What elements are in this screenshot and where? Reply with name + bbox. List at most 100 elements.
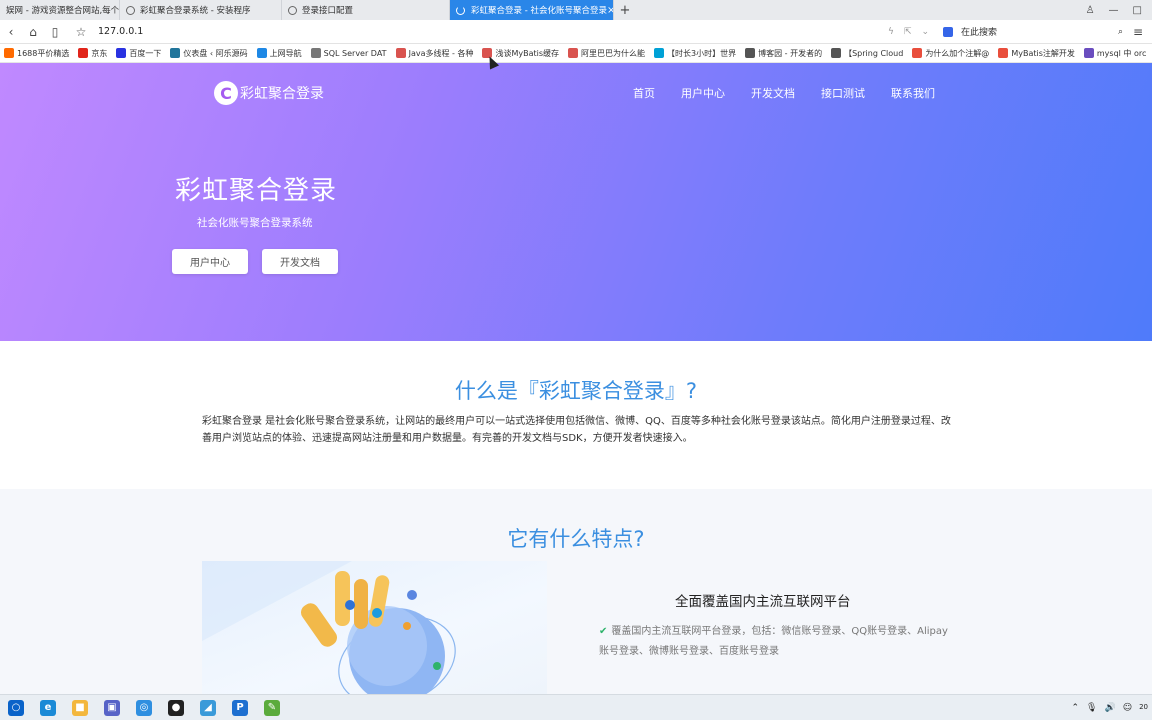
- minimize-icon[interactable]: —: [1109, 5, 1119, 16]
- bookmark-item[interactable]: 上网导航: [256, 48, 302, 59]
- browser-tab-active[interactable]: 彩虹聚合登录 - 社会化账号聚合登录 ×: [450, 0, 614, 20]
- feature-title: 全面覆盖国内主流互联网平台: [675, 594, 851, 610]
- bookmark-favicon-icon: [116, 48, 127, 58]
- shirt-icon[interactable]: ♙: [1086, 5, 1095, 16]
- bookmark-favicon-icon: [654, 48, 665, 58]
- maximize-icon[interactable]: □: [1133, 5, 1142, 16]
- feature-description: ✔ 覆盖国内主流互联网平台登录，包括：微信账号登录、QQ账号登录、Alipay账号…: [599, 622, 949, 662]
- hand-globe-illustration: [202, 561, 456, 694]
- bookmark-label: 为什么加个注解@: [925, 48, 990, 58]
- taskbar-app[interactable]: ■: [64, 695, 96, 721]
- bookmark-label: 上网导航: [269, 48, 302, 58]
- bookmark-label: 百度一下: [129, 48, 162, 58]
- bookmark-item[interactable]: 京东: [78, 48, 107, 59]
- nav-dev-docs[interactable]: 开发文档: [751, 85, 795, 101]
- chevron-up-icon[interactable]: ⌃: [1071, 703, 1079, 713]
- nav-home[interactable]: 首页: [633, 85, 655, 101]
- browser-tab[interactable]: 娱网 - 游戏资源整合网站,每个: [0, 0, 120, 20]
- windows-taskbar: ○ e ■ ▣ ◎ ● ◢ P ✎ ⌃ 🎙 🔊 ☺ 20: [0, 694, 1152, 720]
- bookmark-item[interactable]: 仪表盘 ‹ 阿乐源码: [170, 48, 248, 59]
- search-placeholder: 在此搜索: [961, 28, 998, 38]
- bookmark-label: SQL Server DAT: [323, 48, 387, 58]
- tab-title: 彩虹聚合登录系统 - 安装程序: [140, 6, 251, 16]
- about-title: 什么是『彩虹聚合登录』?: [454, 379, 698, 403]
- taskbar-app[interactable]: P: [224, 695, 256, 721]
- bookmark-item[interactable]: 【时长3小时】世界: [654, 48, 736, 59]
- bookmark-label: 京东: [91, 48, 108, 58]
- address-bar: ‹ ⌂ ▯ ☆ 127.0.0.1 ϟ ⇱ ⌄ 在此搜索 ⌕ ≡: [0, 20, 1152, 44]
- search-icon[interactable]: ⌕: [1118, 27, 1123, 37]
- bookmark-favicon-icon: [256, 48, 267, 58]
- bookmark-item[interactable]: 【Spring Cloud: [831, 48, 903, 59]
- feature-illustration: [202, 561, 547, 694]
- bookmark-item[interactable]: 博客园 - 开发者的: [745, 48, 822, 59]
- taskbar-app[interactable]: ▣: [96, 695, 128, 721]
- bookmark-favicon-icon: [745, 48, 756, 58]
- bookmark-item[interactable]: 1688平价精选: [4, 48, 69, 59]
- tab-title: 登录接口配置: [302, 6, 354, 16]
- search-icon: ○: [8, 699, 24, 716]
- browser-tab-strip: 娱网 - 游戏资源整合网站,每个 彩虹聚合登录系统 - 安装程序 登录接口配置 …: [0, 0, 1152, 20]
- nav-user-center[interactable]: 用户中心: [681, 85, 725, 101]
- microphone-icon[interactable]: 🎙: [1086, 703, 1097, 713]
- taskbar-app[interactable]: ●: [160, 695, 192, 721]
- search-engine-icon[interactable]: [943, 26, 954, 37]
- bookmark-favicon-icon: [4, 48, 14, 58]
- dev-docs-button[interactable]: 开发文档: [262, 249, 338, 274]
- site-logo[interactable]: C 彩虹聚合登录: [214, 81, 324, 105]
- hero-subtitle: 社会化账号聚合登录系统: [197, 217, 313, 229]
- bookmark-label: MyBatis注解开发: [1011, 48, 1075, 58]
- bookmark-item[interactable]: 百度一下: [116, 48, 161, 59]
- taskbar-app[interactable]: ✎: [256, 695, 288, 721]
- close-icon[interactable]: ×: [607, 5, 613, 16]
- search-input[interactable]: 在此搜索 ⌕: [943, 25, 1123, 38]
- editor-icon: ✎: [264, 699, 280, 716]
- back-icon[interactable]: ‹: [0, 21, 22, 43]
- url-input[interactable]: 127.0.0.1: [98, 26, 888, 37]
- reader-icon[interactable]: ▯: [44, 21, 66, 43]
- logo-icon: C: [214, 81, 238, 105]
- share-icon[interactable]: ⇱: [904, 27, 912, 37]
- taskbar-app[interactable]: e: [32, 695, 64, 721]
- chevron-down-icon[interactable]: ⌄: [921, 27, 929, 37]
- menu-icon[interactable]: ≡: [1127, 21, 1149, 43]
- bookmark-label: Java多线程 - 各种: [408, 48, 474, 58]
- browser-icon: ◎: [136, 699, 152, 716]
- bookmark-favicon-icon: [78, 48, 89, 58]
- clock[interactable]: 20: [1139, 703, 1148, 712]
- record-icon: ●: [168, 699, 184, 716]
- folder-icon: ■: [72, 699, 88, 716]
- bookmark-label: 阿里巴巴为什么能: [581, 48, 646, 58]
- nav-contact[interactable]: 联系我们: [891, 85, 935, 101]
- bookmark-favicon-icon: [1083, 48, 1094, 58]
- volume-icon[interactable]: 🔊: [1104, 703, 1115, 713]
- new-tab-button[interactable]: +: [614, 0, 636, 20]
- home-icon[interactable]: ⌂: [22, 21, 44, 43]
- bookmark-item[interactable]: mysql 中 orc: [1083, 48, 1147, 59]
- taskbar-app[interactable]: ◢: [192, 695, 224, 721]
- bookmark-favicon-icon: [568, 48, 579, 58]
- bookmark-item[interactable]: MyBatis注解开发: [998, 48, 1075, 59]
- bookmark-item[interactable]: 为什么加个注解@: [912, 48, 989, 59]
- bookmark-item[interactable]: SQL Server DAT: [310, 48, 387, 58]
- bookmark-label: mysql 中 orc: [1096, 48, 1147, 58]
- lightning-icon[interactable]: ϟ: [888, 27, 894, 37]
- browser-tab[interactable]: 彩虹聚合登录系统 - 安装程序: [120, 0, 282, 20]
- system-tray: ⌃ 🎙 🔊 ☺ 20: [1071, 703, 1152, 713]
- user-icon[interactable]: ☺: [1123, 703, 1132, 713]
- browser-tab[interactable]: 登录接口配置: [282, 0, 450, 20]
- address-tools: ϟ ⇱ ⌄: [888, 27, 929, 37]
- loading-icon: [456, 5, 465, 15]
- star-icon[interactable]: ☆: [70, 21, 92, 43]
- tab-title: 娱网 - 游戏资源整合网站,每个: [6, 6, 120, 16]
- bookmark-favicon-icon: [998, 48, 1009, 58]
- top-nav: 首页 用户中心 开发文档 接口测试 联系我们: [633, 85, 961, 101]
- taskbar-app[interactable]: ○: [0, 695, 32, 721]
- bookmark-item[interactable]: 阿里巴巴为什么能: [568, 48, 645, 59]
- taskbar-app[interactable]: ◎: [128, 695, 160, 721]
- bookmark-item[interactable]: Java多线程 - 各种: [395, 48, 474, 59]
- user-center-button[interactable]: 用户中心: [172, 249, 248, 274]
- bookmark-label: 【时长3小时】世界: [667, 48, 737, 58]
- bookmark-favicon-icon: [912, 48, 923, 58]
- nav-api-test[interactable]: 接口测试: [821, 85, 865, 101]
